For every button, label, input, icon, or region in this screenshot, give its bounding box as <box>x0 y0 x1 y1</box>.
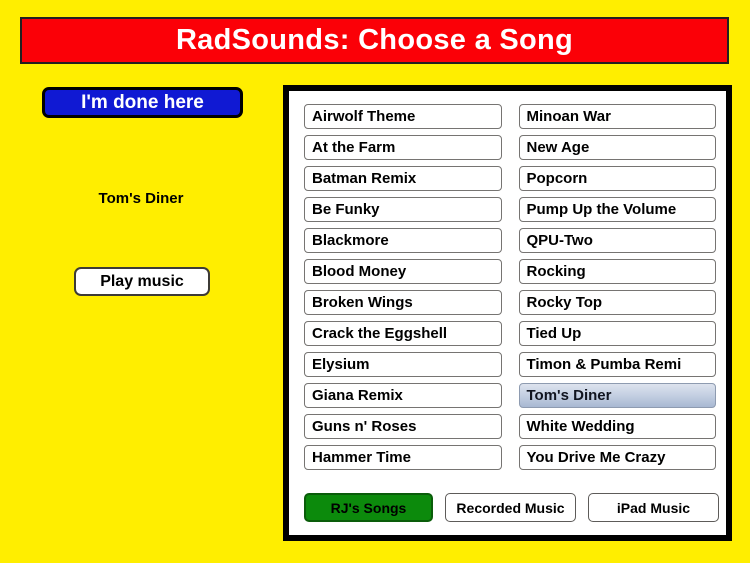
song-item-label: Rocky Top <box>526 294 603 311</box>
song-item-label: Popcorn <box>526 170 588 187</box>
song-item[interactable]: Guns n' Roses <box>304 414 502 439</box>
song-item-label: At the Farm <box>312 139 396 156</box>
song-item[interactable]: Pump Up the Volume <box>518 197 716 222</box>
song-item-label: Airwolf Theme <box>312 108 416 125</box>
song-item[interactable]: New Age <box>518 135 716 160</box>
tab-recorded-music[interactable]: Recorded Music <box>445 493 576 522</box>
song-item-label: Blackmore <box>312 232 389 249</box>
song-item[interactable]: Elysium <box>304 352 502 377</box>
song-item[interactable]: Airwolf Theme <box>304 104 502 129</box>
song-item-label: White Wedding <box>526 418 635 435</box>
song-item[interactable]: Crack the Eggshell <box>304 321 502 346</box>
song-item-label: Rocking <box>526 263 586 280</box>
song-item-label: You Drive Me Crazy <box>526 449 666 466</box>
tab-label: iPad Music <box>616 499 691 516</box>
song-item-label: New Age <box>526 139 590 156</box>
song-item-label: Be Funky <box>312 201 380 218</box>
song-column-1: Airwolf Theme At the Farm Batman Remix Be F… <box>304 104 502 470</box>
song-item[interactable]: Giana Remix <box>304 383 502 408</box>
song-item-label: Tied Up <box>526 325 582 342</box>
song-item-label: Crack the Eggshell <box>312 325 448 342</box>
song-item-label: Pump Up the Volume <box>526 201 677 218</box>
song-item-label: Batman Remix <box>312 170 417 187</box>
tab-ipad-music[interactable]: iPad Music <box>588 493 719 522</box>
song-item-label: Blood Money <box>312 263 407 280</box>
song-item-label: Timon & Pumba Remi <box>526 356 682 373</box>
song-item-label: Broken Wings <box>312 294 413 311</box>
song-list-panel: Airwolf Theme At the Farm Batman Remix Be F… <box>283 85 732 541</box>
song-item[interactable]: Tied Up <box>518 321 716 346</box>
song-item[interactable]: Rocky Top <box>518 290 716 315</box>
song-item[interactable]: At the Farm <box>304 135 502 160</box>
song-item[interactable]: You Drive Me Crazy <box>518 445 716 470</box>
now-playing-label: Tom's Diner <box>98 190 184 207</box>
tab-label: Recorded Music <box>456 499 565 516</box>
tab-label: RJ's Songs <box>330 499 407 516</box>
song-item[interactable]: Be Funky <box>304 197 502 222</box>
page-title: RadSounds: Choose a Song <box>175 24 574 56</box>
song-item-label: Guns n' Roses <box>312 418 417 435</box>
song-item[interactable]: Blackmore <box>304 228 502 253</box>
source-tab-row: RJ's Songs Recorded Music iPad Music <box>304 493 719 522</box>
song-item[interactable]: Batman Remix <box>304 166 502 191</box>
song-item-label: Tom's Diner <box>526 387 612 404</box>
song-column-2: Minoan War New Age Popcorn Pump Up the Volu… <box>518 104 716 470</box>
song-item[interactable]: Rocking <box>518 259 716 284</box>
song-item-label: QPU-Two <box>526 232 593 249</box>
play-music-button-label: Play music <box>100 272 184 290</box>
song-item[interactable]: Minoan War <box>518 104 716 129</box>
song-item[interactable]: QPU-Two <box>518 228 716 253</box>
song-item[interactable]: Hammer Time <box>304 445 502 470</box>
done-button[interactable]: I'm done here <box>42 87 243 118</box>
song-item[interactable]: Timon & Pumba Remi <box>518 352 716 377</box>
sidebar: I'm done here Tom's Diner Play music <box>0 64 282 563</box>
play-music-button[interactable]: Play music <box>74 267 210 296</box>
done-button-label: I'm done here <box>81 91 204 113</box>
song-item[interactable]: White Wedding <box>518 414 716 439</box>
song-item[interactable]: Popcorn <box>518 166 716 191</box>
song-item[interactable]: Blood Money <box>304 259 502 284</box>
song-item[interactable]: Broken Wings <box>304 290 502 315</box>
song-item-label: Giana Remix <box>312 387 403 404</box>
tab-rj-s-songs[interactable]: RJ's Songs <box>304 493 433 522</box>
song-item-label: Hammer Time <box>312 449 411 466</box>
song-columns: Airwolf Theme At the Farm Batman Remix Be F… <box>304 104 716 470</box>
app-title-banner: RadSounds: Choose a Song <box>20 17 729 64</box>
song-item-label: Elysium <box>312 356 370 373</box>
song-item-label: Minoan War <box>526 108 611 125</box>
song-item-selected[interactable]: Tom's Diner <box>518 383 716 408</box>
